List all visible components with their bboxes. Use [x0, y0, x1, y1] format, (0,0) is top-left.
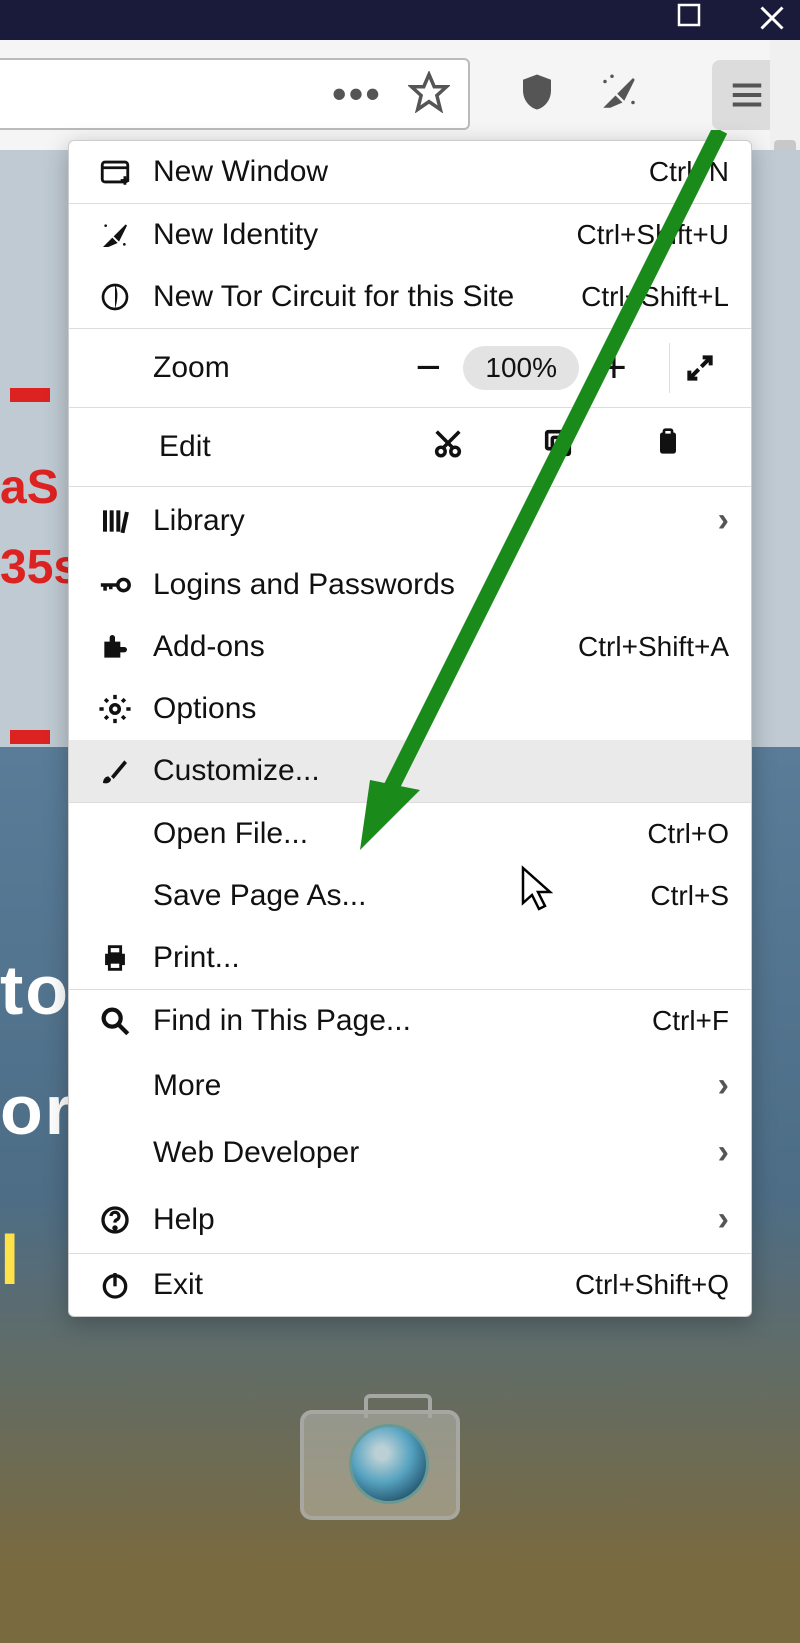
new-window-icon — [91, 155, 139, 189]
gear-icon — [91, 692, 139, 726]
menu-item-shortcut: Ctrl+O — [647, 818, 729, 850]
chevron-right-icon: › — [718, 501, 729, 540]
address-bar[interactable]: ••• — [0, 58, 470, 130]
menu-item-new-window[interactable]: New Window Ctrl+N — [69, 141, 751, 203]
menu-item-logins-passwords[interactable]: Logins and Passwords — [69, 554, 751, 616]
menu-item-edit: Edit — [69, 408, 751, 486]
watermark-logo — [300, 1400, 460, 1530]
menu-item-open-file[interactable]: Open File... Ctrl+O — [69, 803, 751, 865]
menu-item-more[interactable]: More › — [69, 1052, 751, 1119]
application-menu: New Window Ctrl+N New Identity Ctrl+Shif… — [68, 140, 752, 1317]
bookmark-star-icon[interactable] — [408, 71, 450, 118]
menu-item-options[interactable]: Options — [69, 678, 751, 740]
menu-item-customize[interactable]: Customize... — [69, 740, 751, 802]
broom-icon — [91, 219, 139, 251]
power-icon — [91, 1269, 139, 1301]
menu-item-label: Customize... — [153, 754, 729, 788]
menu-item-label: Options — [153, 692, 729, 726]
chevron-right-icon: › — [718, 1066, 729, 1105]
bg-text-frag: l — [0, 1220, 21, 1300]
shield-icon[interactable] — [516, 71, 558, 118]
menu-item-zoom: Zoom − 100% + — [69, 329, 751, 407]
menu-item-new-tor-circuit[interactable]: New Tor Circuit for this Site Ctrl+Shift… — [69, 266, 751, 328]
menu-item-label: Web Developer — [153, 1136, 718, 1170]
maximize-icon[interactable] — [674, 0, 704, 30]
menu-item-shortcut: Ctrl+Shift+U — [577, 219, 730, 251]
menu-item-label: Logins and Passwords — [153, 568, 729, 602]
zoom-in-button[interactable]: + — [579, 343, 649, 393]
menu-item-save-page-as[interactable]: Save Page As... Ctrl+S — [69, 865, 751, 927]
menu-item-exit[interactable]: Exit Ctrl+Shift+Q — [69, 1254, 751, 1316]
search-icon — [91, 1004, 139, 1038]
key-icon — [91, 568, 139, 602]
copy-button[interactable] — [503, 426, 613, 468]
menu-item-shortcut: Ctrl+F — [652, 1005, 729, 1037]
help-icon — [91, 1204, 139, 1236]
bg-text-frag: aS — [0, 460, 59, 515]
chevron-right-icon: › — [718, 1200, 729, 1239]
menu-item-addons[interactable]: Add-ons Ctrl+Shift+A — [69, 616, 751, 678]
fullscreen-button[interactable] — [669, 343, 729, 393]
broom-icon[interactable] — [598, 71, 640, 118]
library-icon — [91, 505, 139, 537]
menu-item-label: Library — [153, 504, 718, 538]
paintbrush-icon — [91, 755, 139, 787]
menu-item-find-in-page[interactable]: Find in This Page... Ctrl+F — [69, 990, 751, 1052]
menu-item-print[interactable]: Print... — [69, 927, 751, 989]
menu-item-label: Exit — [153, 1268, 575, 1302]
menu-item-new-identity[interactable]: New Identity Ctrl+Shift+U — [69, 204, 751, 266]
menu-item-shortcut: Ctrl+S — [650, 880, 729, 912]
zoom-percent-button[interactable]: 100% — [463, 346, 579, 390]
menu-item-shortcut: Ctrl+Shift+A — [578, 631, 729, 663]
menu-item-library[interactable]: Library › — [69, 487, 751, 554]
menu-item-label: Print... — [153, 941, 729, 975]
menu-item-label: Open File... — [153, 817, 647, 851]
edit-label: Edit — [159, 430, 393, 464]
puzzle-icon — [91, 631, 139, 663]
menu-item-label: Help — [153, 1203, 718, 1237]
zoom-out-button[interactable]: − — [393, 343, 463, 393]
menu-item-help[interactable]: Help › — [69, 1186, 751, 1253]
cut-button[interactable] — [393, 426, 503, 468]
menu-item-label: Add-ons — [153, 630, 578, 664]
menu-item-shortcut: Ctrl+Shift+Q — [575, 1269, 729, 1301]
menu-item-shortcut: Ctrl+Shift+L — [581, 281, 729, 313]
page-actions-icon[interactable]: ••• — [332, 70, 382, 118]
menu-item-web-developer[interactable]: Web Developer › — [69, 1119, 751, 1186]
bg-text-frag: or — [0, 1070, 74, 1150]
menu-item-shortcut: Ctrl+N — [649, 156, 729, 188]
window-titlebar — [0, 0, 800, 40]
tor-circuit-icon — [91, 281, 139, 313]
menu-item-label: Find in This Page... — [153, 1004, 652, 1038]
menu-item-label: Save Page As... — [153, 879, 650, 913]
printer-icon — [91, 941, 139, 975]
paste-button[interactable] — [613, 427, 723, 467]
browser-toolbar: ••• — [0, 40, 800, 150]
menu-item-label: More — [153, 1069, 718, 1103]
menu-item-label: New Identity — [153, 218, 577, 252]
menu-item-label: New Window — [153, 155, 649, 189]
close-icon[interactable] — [754, 0, 790, 36]
menu-item-label: New Tor Circuit for this Site — [153, 280, 581, 314]
zoom-label: Zoom — [153, 351, 393, 385]
chevron-right-icon: › — [718, 1133, 729, 1172]
bg-text-frag: to — [0, 950, 70, 1030]
